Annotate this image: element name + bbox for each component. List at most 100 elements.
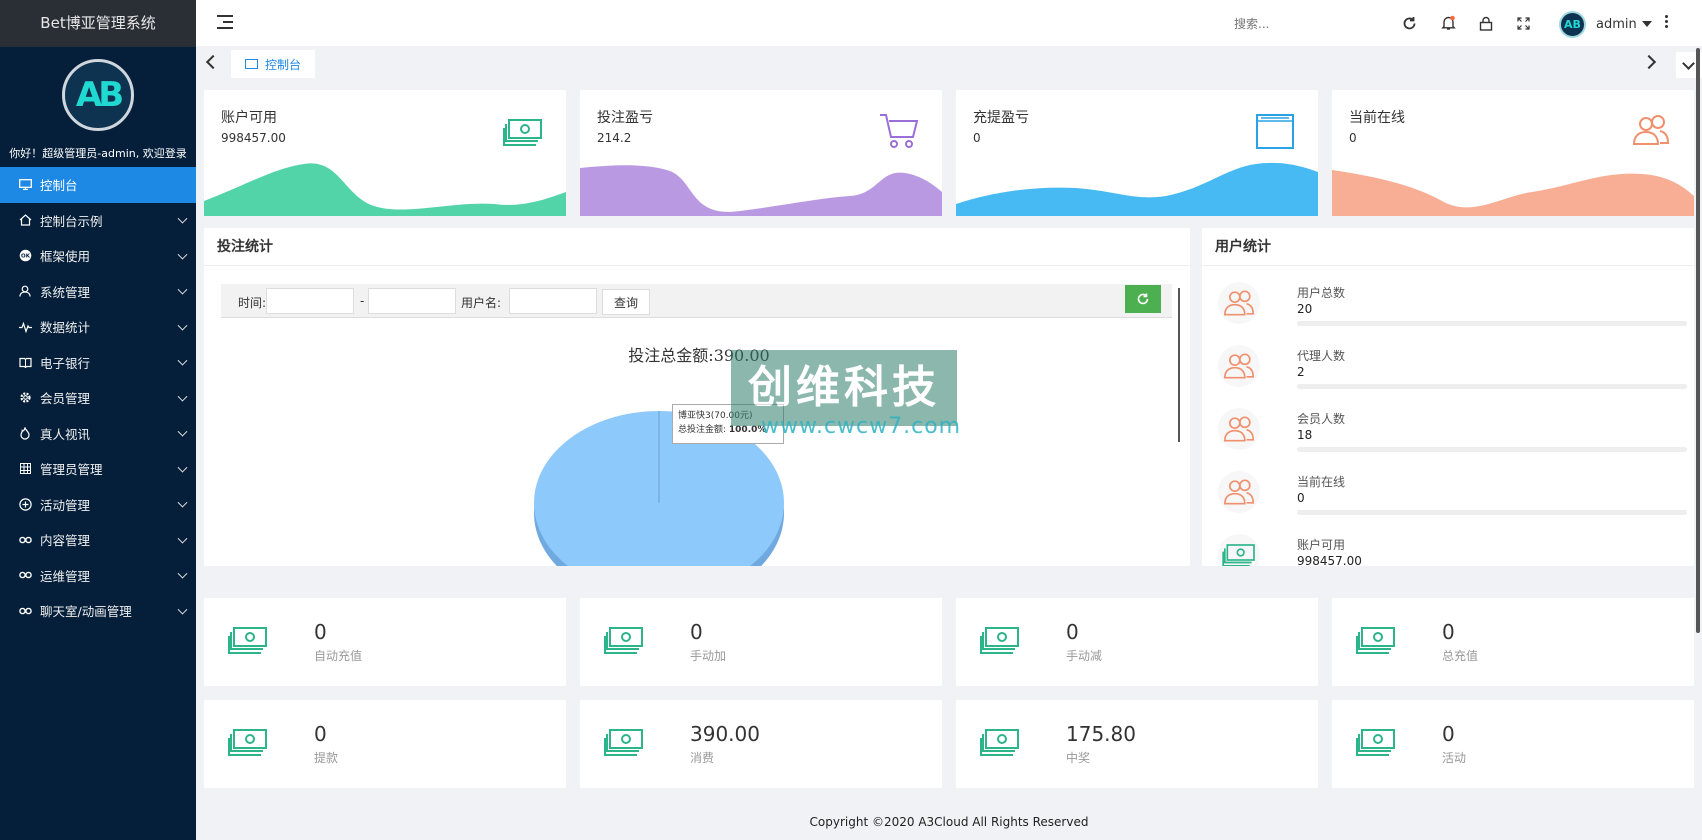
stat-title: 账户可用 (221, 110, 277, 126)
money-card: 390.00 消费 (580, 700, 942, 788)
user-stat-row: 当前在线 0 (1218, 469, 1687, 527)
sidebar-item-admins[interactable]: 管理员管理 (0, 451, 196, 487)
tab-scroll-right-icon[interactable] (1641, 54, 1657, 70)
panel-title: 用户统计 (1202, 228, 1694, 266)
chevron-down-icon (177, 462, 188, 473)
money-icon (604, 729, 643, 756)
chevron-down-icon (177, 320, 188, 331)
money-card: 0 活动 (1332, 700, 1694, 788)
money-label: 手动加 (690, 649, 727, 663)
user-stats-panel: 用户统计 用户总数 20 代理人数 2 会员人数 18 当前在线 0 账户可用 … (1202, 228, 1694, 566)
money-label: 自动充值 (314, 649, 363, 663)
chevron-down-icon (177, 213, 188, 224)
chevron-down-icon (177, 391, 188, 402)
user-stat-label: 账户可用 (1297, 538, 1346, 552)
sidebar-item-content[interactable]: 内容管理 (0, 522, 196, 558)
sidebar-item-data-stats[interactable]: 数据统计 (0, 309, 196, 345)
wave-graphic (956, 162, 1318, 216)
sidebar-item-live-video[interactable]: 真人视讯 (0, 416, 196, 452)
money-icon (1356, 729, 1395, 756)
tab-label: 控制台 (265, 57, 302, 72)
sidebar-item-ops[interactable]: 运维管理 (0, 558, 196, 594)
sidebar-item-members[interactable]: 会员管理 (0, 380, 196, 416)
sidebar-item-system[interactable]: 系统管理 (0, 274, 196, 310)
sidebar-item-label: 控制台 (40, 178, 78, 194)
stat-value: 0 (973, 131, 981, 145)
sidebar-item-chatroom[interactable]: 聊天室/动画管理 (0, 593, 196, 629)
user-stat-row: 用户总数 20 (1218, 280, 1687, 338)
sidebar: Bet博亚管理系统 AB 你好！超级管理员-admin, 欢迎登录 控制台 控制… (0, 0, 196, 840)
fullscreen-icon[interactable] (1514, 14, 1532, 32)
users-icon (1218, 345, 1260, 387)
bet-stats-panel: 投注统计 时间: - 用户名: 查询 投注总金额:390.00 博亚快3(70.… (204, 228, 1190, 566)
money-value: 0 (314, 722, 327, 746)
stat-title: 当前在线 (1349, 110, 1405, 126)
sidebar-item-framework[interactable]: OK 框架使用 (0, 238, 196, 274)
money-card: 175.80 中奖 (956, 700, 1318, 788)
user-menu[interactable]: AB admin (1559, 10, 1652, 38)
footer: Copyright ©2020 A3Cloud All Rights Reser… (196, 804, 1702, 840)
money-value: 175.80 (1066, 722, 1136, 746)
main-content: 账户可用 998457.00 投注盈亏 214.2 充提盈亏 0 当前在线 0 … (196, 82, 1702, 802)
bell-icon[interactable] (1439, 14, 1457, 32)
stat-card-deposit-profit: 充提盈亏 0 (956, 90, 1318, 216)
watermark-url: www.cwcw7.com (761, 414, 962, 439)
progress-bar (1297, 510, 1687, 515)
avatar: AB (1559, 10, 1586, 38)
users-icon (1218, 471, 1260, 513)
user-stat-value: 18 (1297, 428, 1313, 442)
lock-icon[interactable] (1477, 14, 1495, 32)
stat-card-balance: 账户可用 998457.00 (204, 90, 566, 216)
money-icon (228, 627, 267, 654)
money-value: 0 (1442, 620, 1455, 644)
tooltip-total-label: 总投注金额: (678, 425, 729, 435)
chevron-down-icon (177, 568, 188, 579)
username: admin (1596, 16, 1637, 32)
wave-graphic (580, 165, 942, 216)
tab-dashboard[interactable]: 控制台 (231, 50, 316, 78)
caret-down-icon (1641, 21, 1652, 27)
money-icon (1356, 627, 1395, 654)
money-value: 0 (1442, 722, 1455, 746)
sidebar-item-label: 运维管理 (40, 568, 91, 584)
plus-circle-icon (18, 497, 32, 511)
stat-card-bet-profit: 投注盈亏 214.2 (580, 90, 942, 216)
gear-icon (18, 391, 32, 405)
chevron-down-icon (177, 497, 188, 508)
chevron-down-icon (177, 604, 188, 615)
user-stat-row: 代理人数 2 (1218, 343, 1687, 401)
money-label: 中奖 (1066, 751, 1091, 765)
sidebar-item-dashboard[interactable]: 控制台 (0, 167, 196, 203)
menu-toggle-icon[interactable] (217, 15, 233, 29)
sidebar-item-label: 电子银行 (40, 355, 91, 371)
stat-value: 214.2 (597, 131, 632, 145)
users-icon (1218, 282, 1260, 324)
sidebar-item-ebank[interactable]: 电子银行 (0, 345, 196, 381)
svg-text:OK: OK (21, 254, 31, 260)
refresh-icon[interactable] (1400, 14, 1418, 32)
user-stat-row: 会员人数 18 (1218, 406, 1687, 464)
money-label: 手动减 (1066, 649, 1103, 663)
link-icon (18, 604, 32, 618)
money-icon (980, 627, 1019, 654)
stat-title: 充提盈亏 (973, 110, 1029, 126)
sidebar-item-label: 内容管理 (40, 533, 91, 549)
welcome-text: 你好！超级管理员-admin, 欢迎登录 (9, 147, 187, 160)
money-icon (1218, 534, 1260, 566)
search-input[interactable] (1234, 13, 1354, 35)
user-stat-label: 代理人数 (1297, 349, 1346, 363)
users-icon (1632, 115, 1670, 145)
sidebar-item-label: 管理员管理 (40, 462, 103, 478)
money-card: 0 提款 (204, 700, 566, 788)
sidebar-item-dashboard-examples[interactable]: 控制台示例 (0, 203, 196, 239)
tab-scroll-left-icon[interactable] (205, 54, 221, 70)
page-scrollbar[interactable] (1696, 48, 1700, 633)
sidebar-item-activities[interactable]: 活动管理 (0, 487, 196, 523)
chevron-down-icon (1682, 57, 1695, 70)
more-vertical-icon[interactable] (1665, 15, 1669, 30)
money-value: 0 (690, 620, 703, 644)
chevron-down-icon (177, 426, 188, 437)
money-value: 0 (314, 620, 327, 644)
link-icon (18, 568, 32, 582)
sidebar-item-label: 系统管理 (40, 284, 91, 300)
